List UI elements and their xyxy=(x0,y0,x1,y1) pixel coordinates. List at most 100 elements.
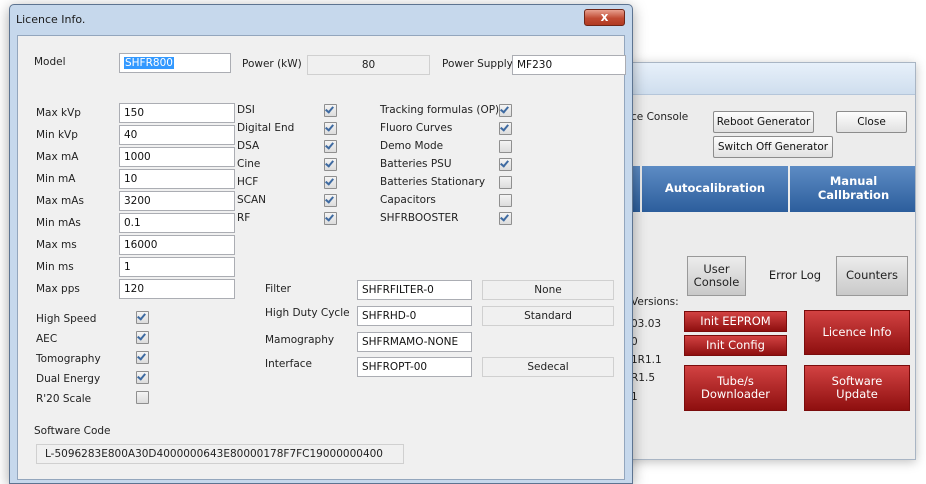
limit-field[interactable]: 120 xyxy=(119,279,235,299)
feature-label: R'20 Scale xyxy=(36,393,92,405)
limit-label: Max ms xyxy=(36,239,77,251)
feature-checkbox[interactable] xyxy=(499,176,512,189)
feature-label: SHFRBOOSTER xyxy=(380,212,459,224)
limit-field[interactable]: 1000 xyxy=(119,147,235,167)
feature-checkbox[interactable] xyxy=(324,176,337,189)
reboot-generator-button[interactable]: Reboot Generator xyxy=(713,111,814,133)
error-log-button[interactable]: Error Log xyxy=(764,256,826,296)
feature-checkbox[interactable] xyxy=(499,122,512,135)
feature-label: DSI xyxy=(237,104,255,116)
init-config-button[interactable]: Init Config xyxy=(684,335,787,356)
checkmark-icon xyxy=(325,122,334,132)
feature-label: DSA xyxy=(237,140,260,152)
user-console-button[interactable]: User Console xyxy=(687,256,746,296)
software-update-button[interactable]: Software Update xyxy=(804,365,910,411)
limit-field[interactable]: 40 xyxy=(119,125,235,145)
switch-off-generator-button[interactable]: Switch Off Generator xyxy=(713,136,833,158)
option-description: Sedecal xyxy=(482,357,614,377)
feature-checkbox[interactable] xyxy=(136,351,149,364)
limit-label: Max pps xyxy=(36,283,80,295)
option-label: High Duty Cycle xyxy=(265,307,350,319)
power-value: 80 xyxy=(307,55,430,75)
counters-button[interactable]: Counters xyxy=(836,256,908,296)
feature-label: Demo Mode xyxy=(380,140,444,152)
feature-checkbox[interactable] xyxy=(324,122,337,135)
checkmark-icon xyxy=(500,212,509,222)
limit-field[interactable]: 16000 xyxy=(119,235,235,255)
feature-checkbox[interactable] xyxy=(136,391,149,404)
feature-checkbox[interactable] xyxy=(499,140,512,153)
option-field[interactable]: SHFROPT-00 xyxy=(357,357,472,377)
feature-label: Batteries PSU xyxy=(380,158,452,170)
checkmark-icon xyxy=(500,104,509,114)
feature-label: Tracking formulas (OP) xyxy=(380,104,500,116)
option-field[interactable]: SHFRMAMO-NONE xyxy=(357,332,472,352)
checkmark-icon xyxy=(325,104,334,114)
licence-info-button[interactable]: Licence Info xyxy=(804,310,910,355)
model-field[interactable]: SHFR800 xyxy=(119,53,231,73)
feature-checkbox[interactable] xyxy=(499,212,512,225)
feature-checkbox[interactable] xyxy=(499,158,512,171)
feature-label: Digital End xyxy=(237,122,295,134)
limit-field[interactable]: 1 xyxy=(119,257,235,277)
checkmark-icon xyxy=(325,176,334,186)
checkmark-icon xyxy=(500,158,509,168)
model-label: Model xyxy=(34,56,66,68)
version-value: 03.03 xyxy=(631,318,662,330)
limit-label: Min mA xyxy=(36,173,76,185)
power-label: Power (kW) xyxy=(242,58,302,70)
feature-label: RF xyxy=(237,212,251,224)
limit-field[interactable]: 3200 xyxy=(119,191,235,211)
licence-info-dialog: Licence Info. x Model SHFR800 Power (kW)… xyxy=(9,4,633,484)
limit-label: Max mAs xyxy=(36,195,84,207)
limit-field[interactable]: 10 xyxy=(119,169,235,189)
feature-checkbox[interactable] xyxy=(324,104,337,117)
checkmark-icon xyxy=(137,371,146,381)
init-eeprom-button[interactable]: Init EEPROM xyxy=(684,311,787,332)
checkmark-icon xyxy=(500,122,509,132)
feature-label: Fluoro Curves xyxy=(380,122,453,134)
limit-label: Min mAs xyxy=(36,217,81,229)
limit-field[interactable]: 0.1 xyxy=(119,213,235,233)
option-description: None xyxy=(482,280,614,300)
limit-field[interactable]: 150 xyxy=(119,103,235,123)
console-titlebar xyxy=(601,63,915,95)
option-field[interactable]: SHFRHD-0 xyxy=(357,306,472,326)
feature-checkbox[interactable] xyxy=(324,194,337,207)
feature-checkbox[interactable] xyxy=(324,212,337,225)
option-description: Standard xyxy=(482,306,614,326)
feature-label: AEC xyxy=(36,333,58,345)
feature-checkbox[interactable] xyxy=(324,140,337,153)
feature-checkbox[interactable] xyxy=(499,104,512,117)
limit-label: Max kVp xyxy=(36,107,81,119)
console-title-partial: ce Console xyxy=(631,111,689,123)
feature-checkbox[interactable] xyxy=(499,194,512,207)
close-button[interactable]: Close xyxy=(836,111,907,133)
option-label: Interface xyxy=(265,358,313,370)
feature-label: Batteries Stationary xyxy=(380,176,486,188)
versions-label: Versions: xyxy=(631,296,679,308)
tube-downloader-button[interactable]: Tube/s Downloader xyxy=(684,365,787,411)
feature-checkbox[interactable] xyxy=(136,331,149,344)
feature-checkbox[interactable] xyxy=(136,371,149,384)
autocalibration-button[interactable]: Autocalibration xyxy=(642,166,788,212)
option-field[interactable]: SHFRFILTER-0 xyxy=(357,280,472,300)
close-icon[interactable]: x xyxy=(584,9,625,26)
feature-checkbox[interactable] xyxy=(324,158,337,171)
manual-calibration-button[interactable]: Manual Callbration xyxy=(790,166,915,212)
feature-label: Cine xyxy=(237,158,261,170)
power-supply-label: Power Supply xyxy=(442,58,513,70)
feature-label: SCAN xyxy=(237,194,267,206)
option-label: Filter xyxy=(265,283,292,295)
feature-label: Dual Energy xyxy=(36,373,101,385)
feature-checkbox[interactable] xyxy=(136,311,149,324)
checkmark-icon xyxy=(325,140,334,150)
feature-label: High Speed xyxy=(36,313,97,325)
feature-label: Tomography xyxy=(36,353,101,365)
checkmark-icon xyxy=(137,331,146,341)
feature-label: HCF xyxy=(237,176,259,188)
generator-console-window: ce Console Reboot Generator Close Switch… xyxy=(600,62,916,460)
checkmark-icon xyxy=(325,212,334,222)
power-supply-field[interactable]: MF230 xyxy=(512,55,626,75)
option-label: Mamography xyxy=(265,334,335,346)
